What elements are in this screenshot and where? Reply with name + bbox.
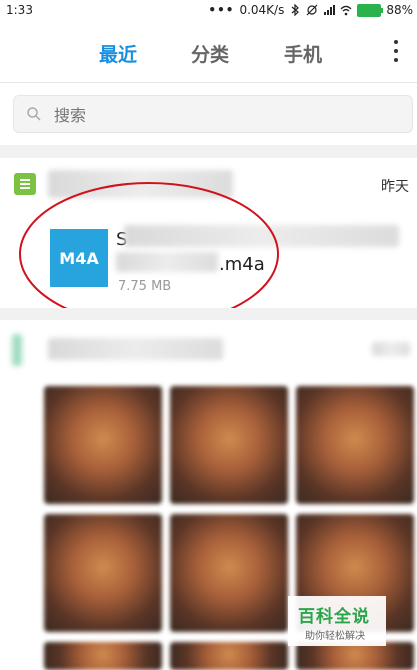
blurred-group-time	[372, 342, 410, 356]
blurred-group-icon	[12, 334, 22, 366]
status-bar: 1:33 ••• 0.04K/s 88%	[0, 0, 417, 22]
watermark-logo: 百科全说 助你轻松解决	[288, 596, 386, 646]
blurred-group-title	[48, 338, 223, 360]
photo-thumbnail[interactable]	[170, 642, 288, 670]
file-name-end: .m4a	[219, 254, 265, 275]
network-speed: 0.04K/s	[239, 3, 285, 17]
tab-categories[interactable]: 分类	[191, 40, 229, 67]
signal-icon	[324, 5, 336, 15]
photo-thumbnail[interactable]	[296, 642, 414, 670]
more-menu-icon[interactable]	[393, 40, 399, 62]
bluetooth-icon	[291, 4, 300, 16]
photo-thumbnail[interactable]	[170, 514, 288, 632]
status-icons: ••• 0.04K/s 88%	[208, 3, 413, 17]
photo-thumbnail[interactable]	[44, 642, 162, 670]
group-header[interactable]: 昨天	[0, 158, 417, 214]
photo-thumbnail[interactable]	[44, 514, 162, 632]
section-gap	[0, 145, 417, 158]
document-icon	[14, 173, 36, 195]
file-size: 7.75 MB	[118, 279, 172, 294]
divider	[0, 82, 417, 83]
watermark-subtitle: 助你轻松解决	[305, 631, 365, 642]
notification-dots-icon: •••	[208, 3, 235, 17]
alarm-off-icon	[306, 4, 318, 16]
file-row[interactable]: M4A S .m4a 7.75 MB	[0, 213, 417, 308]
photo-thumbnail[interactable]	[170, 386, 288, 504]
search-icon	[27, 107, 41, 121]
blurred-file-name-2	[116, 252, 218, 272]
battery-icon	[357, 3, 384, 17]
blurred-file-name	[124, 225, 399, 247]
group-time: 昨天	[381, 179, 409, 195]
wifi-icon	[340, 5, 352, 16]
watermark-title: 百科全说	[298, 607, 370, 627]
photo-thumbnail[interactable]	[296, 386, 414, 504]
blurred-group-name	[48, 170, 233, 198]
search-input[interactable]	[52, 102, 386, 128]
tab-recent[interactable]: 最近	[99, 40, 137, 67]
section-gap-2	[0, 308, 417, 320]
battery-percent: 88%	[386, 3, 413, 17]
tab-phone[interactable]: 手机	[284, 40, 322, 67]
status-time: 1:33	[6, 3, 33, 17]
search-bar[interactable]	[13, 95, 413, 133]
tab-bar: 最近 分类 手机	[0, 22, 417, 82]
photo-thumbnail[interactable]	[44, 386, 162, 504]
m4a-file-icon: M4A	[50, 229, 108, 287]
